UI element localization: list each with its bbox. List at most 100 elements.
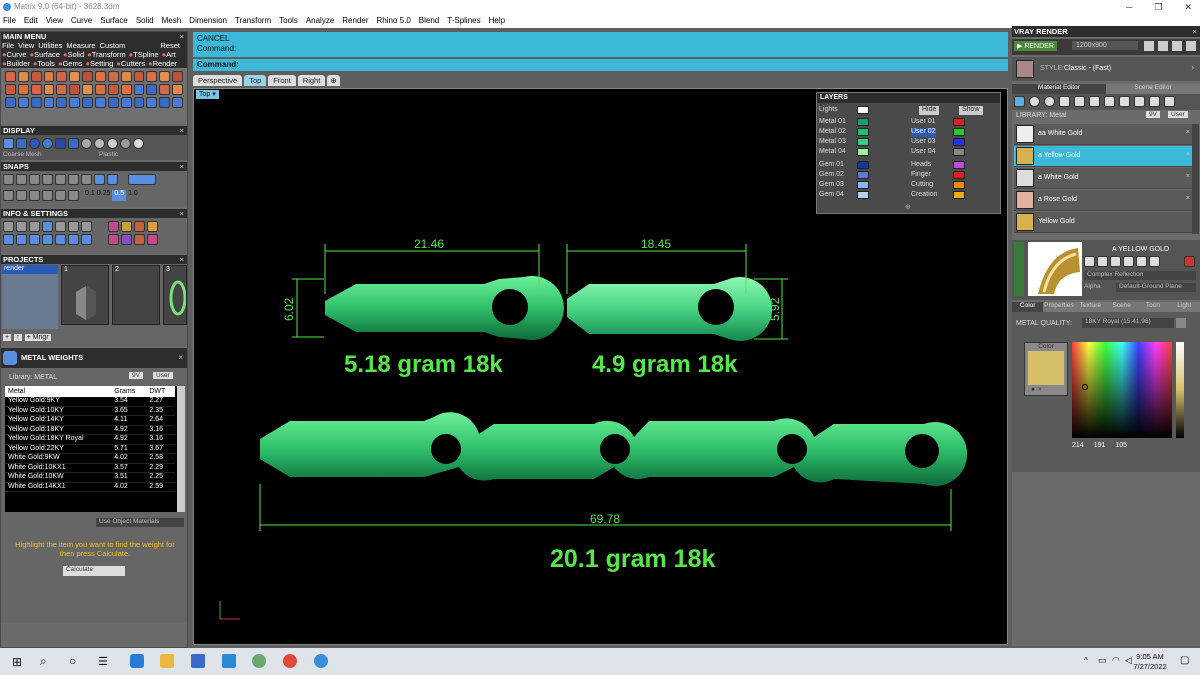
info-icon[interactable] <box>108 234 119 245</box>
menu-curve[interactable]: Curve <box>71 14 92 28</box>
col-metal[interactable]: Metal <box>5 386 112 397</box>
tool-icon[interactable] <box>56 84 68 95</box>
mail-icon[interactable] <box>222 654 236 668</box>
picker-handle[interactable] <box>1082 384 1088 390</box>
display-icon[interactable] <box>68 138 79 149</box>
snap-toggle[interactable] <box>128 174 156 185</box>
table-row[interactable]: White Gold:14KX1 4.02 2.59 <box>5 482 175 492</box>
tab-front[interactable]: Front <box>268 75 296 86</box>
task-view-icon[interactable]: ○ <box>69 654 76 668</box>
mm-custom[interactable]: Custom <box>100 41 126 50</box>
swatch-close-icon[interactable]: × <box>1038 386 1042 393</box>
menu-rhino[interactable]: Rhino 5.0 <box>377 14 411 28</box>
info-icon[interactable] <box>68 221 79 232</box>
tab-top[interactable]: Top <box>244 75 267 86</box>
menu-help[interactable]: Help <box>489 14 505 28</box>
store-icon[interactable] <box>191 654 205 668</box>
info-icon[interactable] <box>3 221 14 232</box>
mm-measure[interactable]: Measure <box>66 41 95 50</box>
tab-texture[interactable]: Texture <box>1074 302 1106 312</box>
mm-tspline[interactable]: ●TSpline <box>129 50 159 59</box>
tab-toon[interactable]: Toon <box>1137 302 1169 312</box>
menu-edit[interactable]: Edit <box>24 14 38 28</box>
tab-material-editor[interactable]: Material Editor <box>1012 84 1106 94</box>
add-project-button[interactable]: + <box>3 334 12 341</box>
maximize-button[interactable]: ❐ <box>1154 0 1162 14</box>
up-button[interactable]: ↑ <box>14 334 22 341</box>
mm-builder[interactable]: ●Builder <box>2 59 30 68</box>
menu-dimension[interactable]: Dimension <box>189 14 227 28</box>
display-icon[interactable] <box>94 138 105 149</box>
tool-icon[interactable] <box>133 84 145 95</box>
tool-icon[interactable] <box>146 84 158 95</box>
command-input[interactable]: Command: <box>193 59 1008 71</box>
material-item[interactable]: a Rose Gold × <box>1014 190 1198 211</box>
snap-icon[interactable] <box>42 190 53 201</box>
material-item[interactable]: a Yellow Gold × <box>1014 146 1198 167</box>
snap-icon[interactable] <box>42 174 53 185</box>
material-tool-icon[interactable] <box>1104 96 1115 107</box>
display-icon[interactable] <box>81 138 92 149</box>
preview-tool-icon[interactable] <box>1110 256 1121 267</box>
menu-analyze[interactable]: Analyze <box>306 14 334 28</box>
project-slot[interactable]: 2 <box>112 265 160 325</box>
menu-surface[interactable]: Surface <box>100 14 128 28</box>
tool-icon[interactable] <box>159 71 171 82</box>
project-list[interactable]: render <box>2 265 58 329</box>
display-style[interactable]: Plastic <box>99 151 118 158</box>
render-button[interactable]: ▶ RENDER <box>1014 41 1057 51</box>
app-icon[interactable] <box>252 654 266 668</box>
table-row[interactable]: Yellow Gold:14KY 4.11 2.64 <box>5 415 175 426</box>
mm-view[interactable]: View <box>18 41 34 50</box>
tab-scene[interactable]: Scene <box>1105 302 1138 312</box>
tool-icon[interactable] <box>172 97 184 108</box>
toolbar-icon[interactable] <box>1158 41 1168 51</box>
mngr-button[interactable]: + Mngr <box>24 334 51 341</box>
tag-user[interactable]: User <box>153 372 173 379</box>
menu-tsplines[interactable]: T-Splines <box>447 14 480 28</box>
preview-tool-icon[interactable] <box>1084 256 1095 267</box>
col-grams[interactable]: Grams <box>111 386 147 397</box>
menu-mesh[interactable]: Mesh <box>162 14 182 28</box>
snap-icon[interactable] <box>29 190 40 201</box>
material-tool-icon[interactable] <box>1134 96 1145 107</box>
snap-icon[interactable] <box>16 190 27 201</box>
mm-file[interactable]: File <box>2 41 14 50</box>
reflection-select[interactable]: Complex Reflection <box>1084 271 1196 280</box>
close-icon[interactable]: × <box>178 353 183 362</box>
network-icon[interactable]: ▭ <box>1098 655 1107 666</box>
table-row[interactable]: Yellow Gold:10KY 3.65 2.35 <box>5 406 175 416</box>
display-icon[interactable] <box>120 138 131 149</box>
tool-icon[interactable] <box>43 97 55 108</box>
use-object-materials[interactable]: Use Object Materials <box>96 518 184 527</box>
tool-icon[interactable] <box>82 71 94 82</box>
clock-date[interactable]: 7/27/2022 <box>1130 662 1170 671</box>
color-swatch[interactable] <box>1028 351 1064 385</box>
snap-icon[interactable] <box>16 174 27 185</box>
tab-perspective[interactable]: Perspective <box>193 75 243 86</box>
tab-properties[interactable]: Properties <box>1043 302 1075 312</box>
matrix-app-icon[interactable] <box>314 654 328 668</box>
mm-surface[interactable]: ●Surface <box>30 50 60 59</box>
tab-light[interactable]: Light <box>1168 302 1200 312</box>
preview-tool-icon[interactable] <box>1184 256 1195 267</box>
tool-icon[interactable] <box>120 84 132 95</box>
tool-icon[interactable] <box>69 71 81 82</box>
display-icon[interactable] <box>3 138 14 149</box>
mm-solid[interactable]: ●Solid <box>63 50 84 59</box>
wifi-icon[interactable]: ◠ <box>1112 655 1120 666</box>
style-select[interactable]: Classic - (Fast) <box>1064 65 1184 72</box>
mm-tools[interactable]: ●Tools <box>33 59 55 68</box>
tool-icon[interactable] <box>133 97 145 108</box>
tool-icon[interactable] <box>82 97 94 108</box>
table-row[interactable]: White Gold:10KX1 3.57 2.29 <box>5 463 175 473</box>
clock-time[interactable]: 9:05 AM <box>1130 652 1170 661</box>
mm-utilities[interactable]: Utilities <box>38 41 62 50</box>
display-icon[interactable] <box>133 138 144 149</box>
info-icon[interactable] <box>16 221 27 232</box>
tool-icon[interactable] <box>172 84 184 95</box>
tag-user[interactable]: User <box>1168 111 1188 118</box>
tool-icon[interactable] <box>43 71 55 82</box>
material-tool-icon[interactable] <box>1164 96 1175 107</box>
tool-icon[interactable] <box>17 84 29 95</box>
